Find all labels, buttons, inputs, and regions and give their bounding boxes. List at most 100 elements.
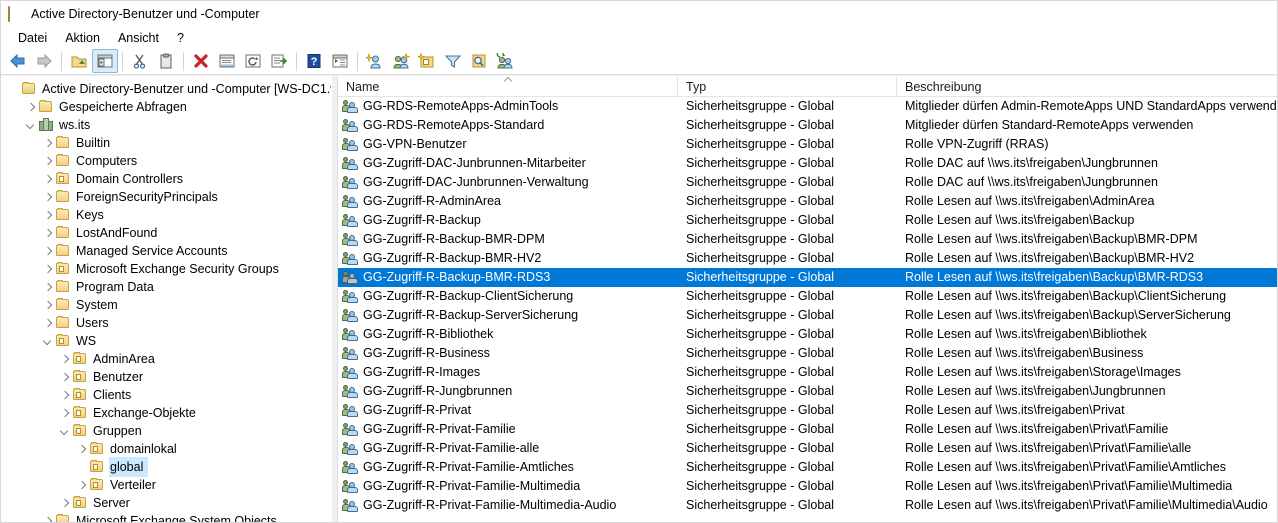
pane-splitter[interactable]	[331, 76, 338, 522]
tree-item-microsoft-exchange-security-groups[interactable]: Microsoft Exchange Security Groups	[1, 260, 331, 278]
tree-item-system[interactable]: System	[1, 296, 331, 314]
ou-folder-icon	[72, 370, 88, 384]
chevron-right-icon[interactable]	[56, 368, 72, 386]
new-group-icon[interactable]	[388, 49, 414, 73]
menu-ansicht[interactable]: Ansicht	[109, 29, 168, 47]
table-row[interactable]: GG-Zugriff-R-Privat-Familie-Multimedia Si…	[338, 477, 1277, 496]
new-ou-icon[interactable]	[414, 49, 440, 73]
tree-item-domain-controllers[interactable]: Domain Controllers	[1, 170, 331, 188]
query-user-icon[interactable]	[492, 49, 518, 73]
table-row[interactable]: GG-Zugriff-R-AdminArea Sicherheitsgruppe …	[338, 192, 1277, 211]
table-row[interactable]: GG-Zugriff-R-Jungbrunnen Sicherheitsgrupp…	[338, 382, 1277, 401]
tree-item-program-data[interactable]: Program Data	[1, 278, 331, 296]
tree-item-benutzer[interactable]: Benutzer	[1, 368, 331, 386]
group-name-label: GG-Zugriff-R-Backup-ClientSicherung	[363, 289, 574, 303]
refresh-icon[interactable]	[240, 49, 266, 73]
clipboard-paste-icon[interactable]	[153, 49, 179, 73]
chevron-right-icon[interactable]	[22, 98, 38, 116]
table-row[interactable]: GG-Zugriff-R-Privat-Familie-Multimedia-A…	[338, 496, 1277, 515]
table-row[interactable]: GG-RDS-RemoteApps-Standard Sicherheitsgru…	[338, 116, 1277, 135]
tree-item-foreignsecurityprincipals[interactable]: ForeignSecurityPrincipals	[1, 188, 331, 206]
chevron-right-icon[interactable]	[39, 170, 55, 188]
chevron-right-icon[interactable]	[39, 152, 55, 170]
chevron-right-icon[interactable]	[39, 278, 55, 296]
menu-hilfe[interactable]: ?	[168, 29, 193, 47]
chevron-right-icon[interactable]	[39, 206, 55, 224]
table-row[interactable]: GG-Zugriff-R-Bibliothek Sicherheitsgruppe…	[338, 325, 1277, 344]
new-user-icon[interactable]	[362, 49, 388, 73]
chevron-right-icon[interactable]	[39, 242, 55, 260]
chevron-right-icon[interactable]	[39, 188, 55, 206]
find-magnifier-icon[interactable]	[466, 49, 492, 73]
up-folder-icon[interactable]	[66, 49, 92, 73]
table-row[interactable]: GG-Zugriff-R-Backup-ClientSicherung Siche…	[338, 287, 1277, 306]
chevron-right-icon[interactable]	[56, 350, 72, 368]
tree-item-lostandfound[interactable]: LostAndFound	[1, 224, 331, 242]
cell-beschreibung: Rolle Lesen auf \\ws.its\freigaben\Backu…	[905, 213, 1135, 227]
tree-item-exchange-objekte[interactable]: Exchange-Objekte	[1, 404, 331, 422]
scissors-cut-icon[interactable]	[127, 49, 153, 73]
tree-item-microsoft-exchange-system-objects[interactable]: Microsoft Exchange System Objects	[1, 512, 331, 522]
column-header-name[interactable]: Name	[338, 76, 678, 97]
red-x-delete-icon[interactable]	[188, 49, 214, 73]
chevron-right-icon[interactable]	[39, 224, 55, 242]
tree-item-adminarea[interactable]: AdminArea	[1, 350, 331, 368]
table-row[interactable]: GG-Zugriff-R-Backup-BMR-DPM Sicherheitsgr…	[338, 230, 1277, 249]
table-row[interactable]: GG-RDS-RemoteApps-AdminTools Sicherheitsg…	[338, 97, 1277, 116]
chevron-right-icon[interactable]	[39, 296, 55, 314]
table-row[interactable]: GG-Zugriff-DAC-Junbrunnen-Verwaltung Sich…	[338, 173, 1277, 192]
properties-icon[interactable]	[214, 49, 240, 73]
tree-item-active-directory-benutzer-und-computer-ws-dc1-ws-its[interactable]: Active Directory-Benutzer und -Computer …	[1, 80, 331, 98]
chevron-right-icon[interactable]	[56, 404, 72, 422]
table-row[interactable]: GG-Zugriff-R-Privat-Familie-Amtliches Sic…	[338, 458, 1277, 477]
chevron-right-icon[interactable]	[39, 260, 55, 278]
table-row[interactable]: GG-Zugriff-R-Business Sicherheitsgruppe -…	[338, 344, 1277, 363]
table-row[interactable]: GG-Zugriff-R-Privat-Familie-alle Sicherhe…	[338, 439, 1277, 458]
table-row[interactable]: GG-Zugriff-R-Privat-Familie Sicherheitsgr…	[338, 420, 1277, 439]
show-actions-pane-icon[interactable]	[327, 49, 353, 73]
tree-item-managed-service-accounts[interactable]: Managed Service Accounts	[1, 242, 331, 260]
chevron-right-icon[interactable]	[73, 476, 89, 494]
chevron-down-icon[interactable]	[22, 116, 38, 134]
tree-item-clients[interactable]: Clients	[1, 386, 331, 404]
tree-item-server[interactable]: Server	[1, 494, 331, 512]
table-row[interactable]: GG-Zugriff-R-Privat Sicherheitsgruppe - G…	[338, 401, 1277, 420]
tree-item-verteiler[interactable]: Verteiler	[1, 476, 331, 494]
table-row[interactable]: GG-Zugriff-DAC-Junbrunnen-Mitarbeiter Sic…	[338, 154, 1277, 173]
tree-item-domainlokal[interactable]: domainlokal	[1, 440, 331, 458]
forward-arrow-icon[interactable]	[31, 49, 57, 73]
table-row[interactable]: GG-Zugriff-R-Backup Sicherheitsgruppe - G…	[338, 211, 1277, 230]
tree-item-users[interactable]: Users	[1, 314, 331, 332]
tree-item-ws-its[interactable]: ws.its	[1, 116, 331, 134]
tree-item-global[interactable]: global	[1, 457, 331, 477]
filter-funnel-icon[interactable]	[440, 49, 466, 73]
column-header-typ[interactable]: Typ	[678, 76, 897, 97]
tree-item-computers[interactable]: Computers	[1, 152, 331, 170]
chevron-right-icon[interactable]	[56, 494, 72, 512]
console-tree[interactable]: Active Directory-Benutzer und -Computer …	[1, 76, 331, 522]
chevron-right-icon[interactable]	[39, 134, 55, 152]
chevron-down-icon[interactable]	[39, 332, 55, 350]
table-row[interactable]: GG-Zugriff-R-Images Sicherheitsgruppe - G…	[338, 363, 1277, 382]
tree-item-builtin[interactable]: Builtin	[1, 134, 331, 152]
tree-item-gruppen[interactable]: Gruppen	[1, 422, 331, 440]
table-row[interactable]: GG-Zugriff-R-Backup-BMR-RDS3 Sicherheitsg…	[338, 268, 1277, 287]
column-header-beschreibung[interactable]: Beschreibung	[897, 76, 1277, 97]
chevron-right-icon[interactable]	[39, 314, 55, 332]
question-help-icon[interactable]: ?	[301, 49, 327, 73]
tree-item-gespeicherte-abfragen[interactable]: Gespeicherte Abfragen	[1, 98, 331, 116]
table-row[interactable]: GG-Zugriff-R-Backup-BMR-HV2 Sicherheitsgr…	[338, 249, 1277, 268]
chevron-right-icon[interactable]	[39, 512, 55, 522]
export-list-icon[interactable]	[266, 49, 292, 73]
tree-item-keys[interactable]: Keys	[1, 206, 331, 224]
table-row[interactable]: GG-VPN-Benutzer Sicherheitsgruppe - Globa…	[338, 135, 1277, 154]
menu-datei[interactable]: Datei	[9, 29, 56, 47]
tree-item-ws[interactable]: WS	[1, 332, 331, 350]
back-arrow-icon[interactable]	[5, 49, 31, 73]
table-row[interactable]: GG-Zugriff-R-Backup-ServerSicherung Siche…	[338, 306, 1277, 325]
menu-aktion[interactable]: Aktion	[56, 29, 109, 47]
chevron-down-icon[interactable]	[56, 422, 72, 440]
show-hide-tree-icon[interactable]	[92, 49, 118, 73]
chevron-right-icon[interactable]	[73, 440, 89, 458]
chevron-right-icon[interactable]	[56, 386, 72, 404]
